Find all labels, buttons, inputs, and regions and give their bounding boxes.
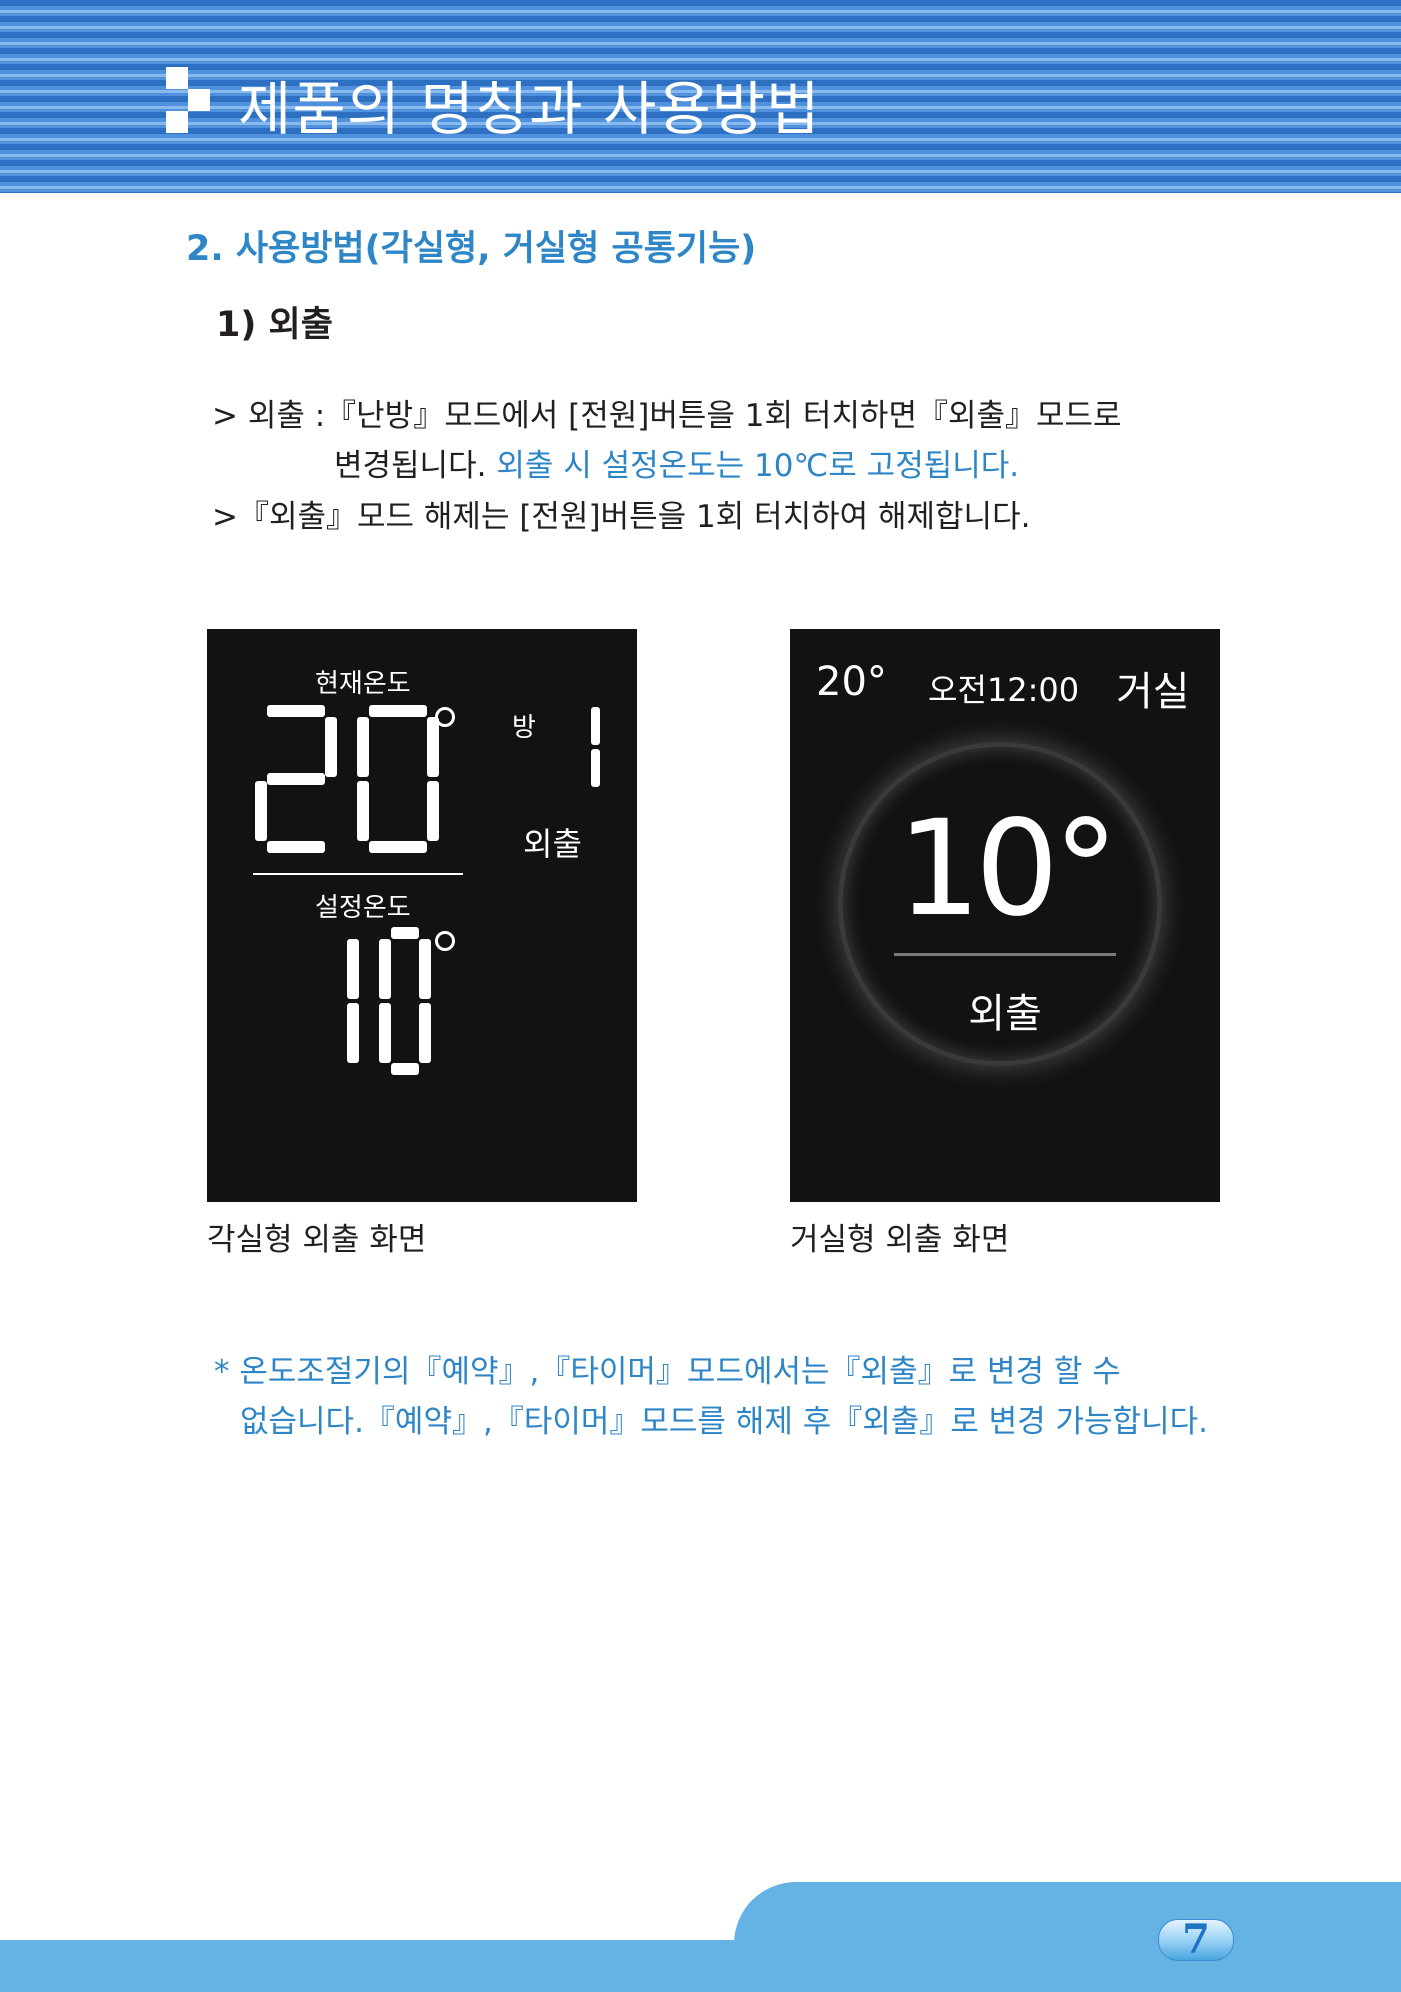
instruction-line-2-highlight: 외출 시 설정온도는 10℃로 고정됩니다. xyxy=(486,448,1020,484)
lcd-segment xyxy=(267,841,325,853)
living-set-temp: 10° xyxy=(897,792,1119,946)
note-line-1: * 온도조절기의『예약』,『타이머』모드에서는『외출』로 변경 할 수 xyxy=(214,1354,1121,1390)
living-mode-label: 외출 xyxy=(968,991,1042,1037)
lcd-segment xyxy=(591,707,600,745)
current-temp-degree-icon xyxy=(435,707,455,727)
section-title: 2. 사용방법(각실형, 거실형 공통기능) xyxy=(186,229,757,269)
lcd-segment xyxy=(357,781,369,841)
room-label: 방 xyxy=(512,713,536,743)
set-temp-digits xyxy=(347,927,431,1075)
set-temp-degree-icon xyxy=(435,931,455,951)
set-temp-label: 설정온도 xyxy=(315,893,411,923)
page-number: 7 xyxy=(1182,1916,1210,1963)
lcd-segment xyxy=(419,939,431,999)
lcd-segment xyxy=(267,705,325,717)
lcd-segment xyxy=(379,1003,391,1063)
room-unit-screen: 현재온도 방 외출 설정온도 xyxy=(207,629,637,1202)
page-title: 제품의 명칭과 사용방법 xyxy=(238,75,821,143)
living-clock: 오전12:00 xyxy=(928,671,1080,709)
lcd-segment xyxy=(369,841,427,853)
current-temp-digits xyxy=(255,705,439,853)
living-unit-screen: 20° 오전12:00 거실 10° 외출 xyxy=(790,629,1220,1202)
lcd-segment xyxy=(419,1003,431,1063)
subsection-title: 1) 외출 xyxy=(216,305,333,345)
dial-divider xyxy=(894,953,1116,956)
room-number-digit xyxy=(591,707,600,787)
header-logo-icon xyxy=(166,67,212,133)
lcd-segment xyxy=(591,749,600,787)
lcd-segment xyxy=(391,927,419,939)
lcd-segment xyxy=(379,939,391,999)
lcd-segment xyxy=(427,781,439,841)
room-screen-caption: 각실형 외출 화면 xyxy=(207,1222,427,1258)
lcd-segment xyxy=(325,717,337,777)
footer-tab xyxy=(734,1882,1401,1952)
lcd-segment xyxy=(255,781,267,841)
instruction-line-2: 변경됩니다. 외출 시 설정온도는 10℃로 고정됩니다. xyxy=(334,440,1019,485)
lcd-segment xyxy=(369,705,427,717)
instruction-line-1: > 외출 :『난방』모드에서 [전원]버튼을 1회 터치하면『외출』모드로 xyxy=(212,398,1122,434)
lcd-segment xyxy=(347,939,359,999)
room-mode-label: 외출 xyxy=(523,825,582,863)
current-temp-label: 현재온도 xyxy=(315,669,411,699)
lcd-segment xyxy=(391,1063,419,1075)
lcd-segment xyxy=(357,717,369,777)
lcd-segment xyxy=(347,1003,359,1063)
living-screen-caption: 거실형 외출 화면 xyxy=(790,1222,1010,1258)
note-line-2: 없습니다.『예약』,『타이머』모드를 해제 후『외출』로 변경 가능합니다. xyxy=(240,1404,1208,1440)
living-location: 거실 xyxy=(1116,669,1190,715)
page-number-badge: 7 xyxy=(1158,1919,1234,1961)
lcd-segment xyxy=(427,717,439,777)
living-current-temp: 20° xyxy=(816,659,887,705)
instruction-line-3: >『외출』모드 해제는 [전원]버튼을 1회 터치하여 해제합니다. xyxy=(212,499,1031,535)
page-header-band: 제품의 명칭과 사용방법 xyxy=(0,0,1401,193)
instruction-line-2-text: 변경됩니다. xyxy=(334,448,487,484)
lcd-segment xyxy=(267,773,325,785)
temp-divider xyxy=(253,873,463,875)
